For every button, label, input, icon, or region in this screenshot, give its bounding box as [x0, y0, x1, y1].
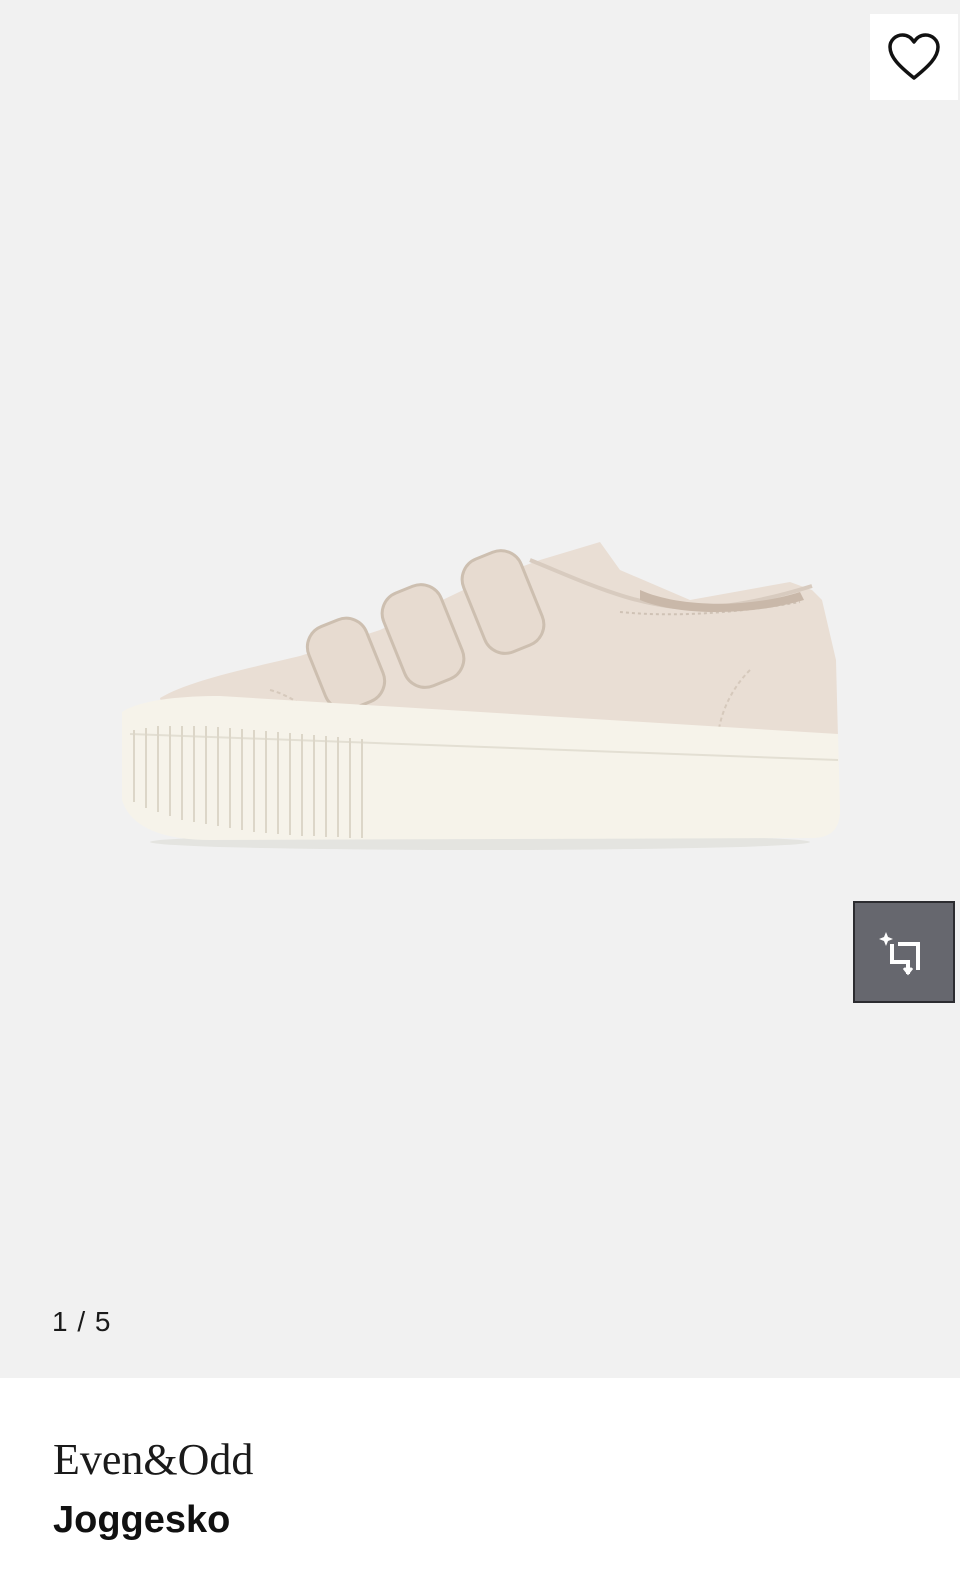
share-sparkle-icon — [879, 932, 920, 976]
pager-separator: / — [77, 1306, 87, 1337]
product-info: Even&Odd Joggesko — [0, 1378, 960, 1571]
product-image[interactable] — [100, 520, 860, 860]
heart-outline-icon — [888, 33, 940, 80]
product-title: Joggesko — [53, 1499, 231, 1541]
product-image-gallery[interactable]: 1 / 5 — [0, 0, 960, 1378]
image-pager: 1 / 5 — [52, 1306, 112, 1338]
pager-total: 5 — [94, 1306, 112, 1337]
pager-current: 1 — [52, 1306, 69, 1337]
brand-name[interactable]: Even&Odd — [53, 1438, 253, 1482]
wishlist-button[interactable] — [870, 14, 958, 100]
share-button[interactable] — [853, 901, 955, 1003]
